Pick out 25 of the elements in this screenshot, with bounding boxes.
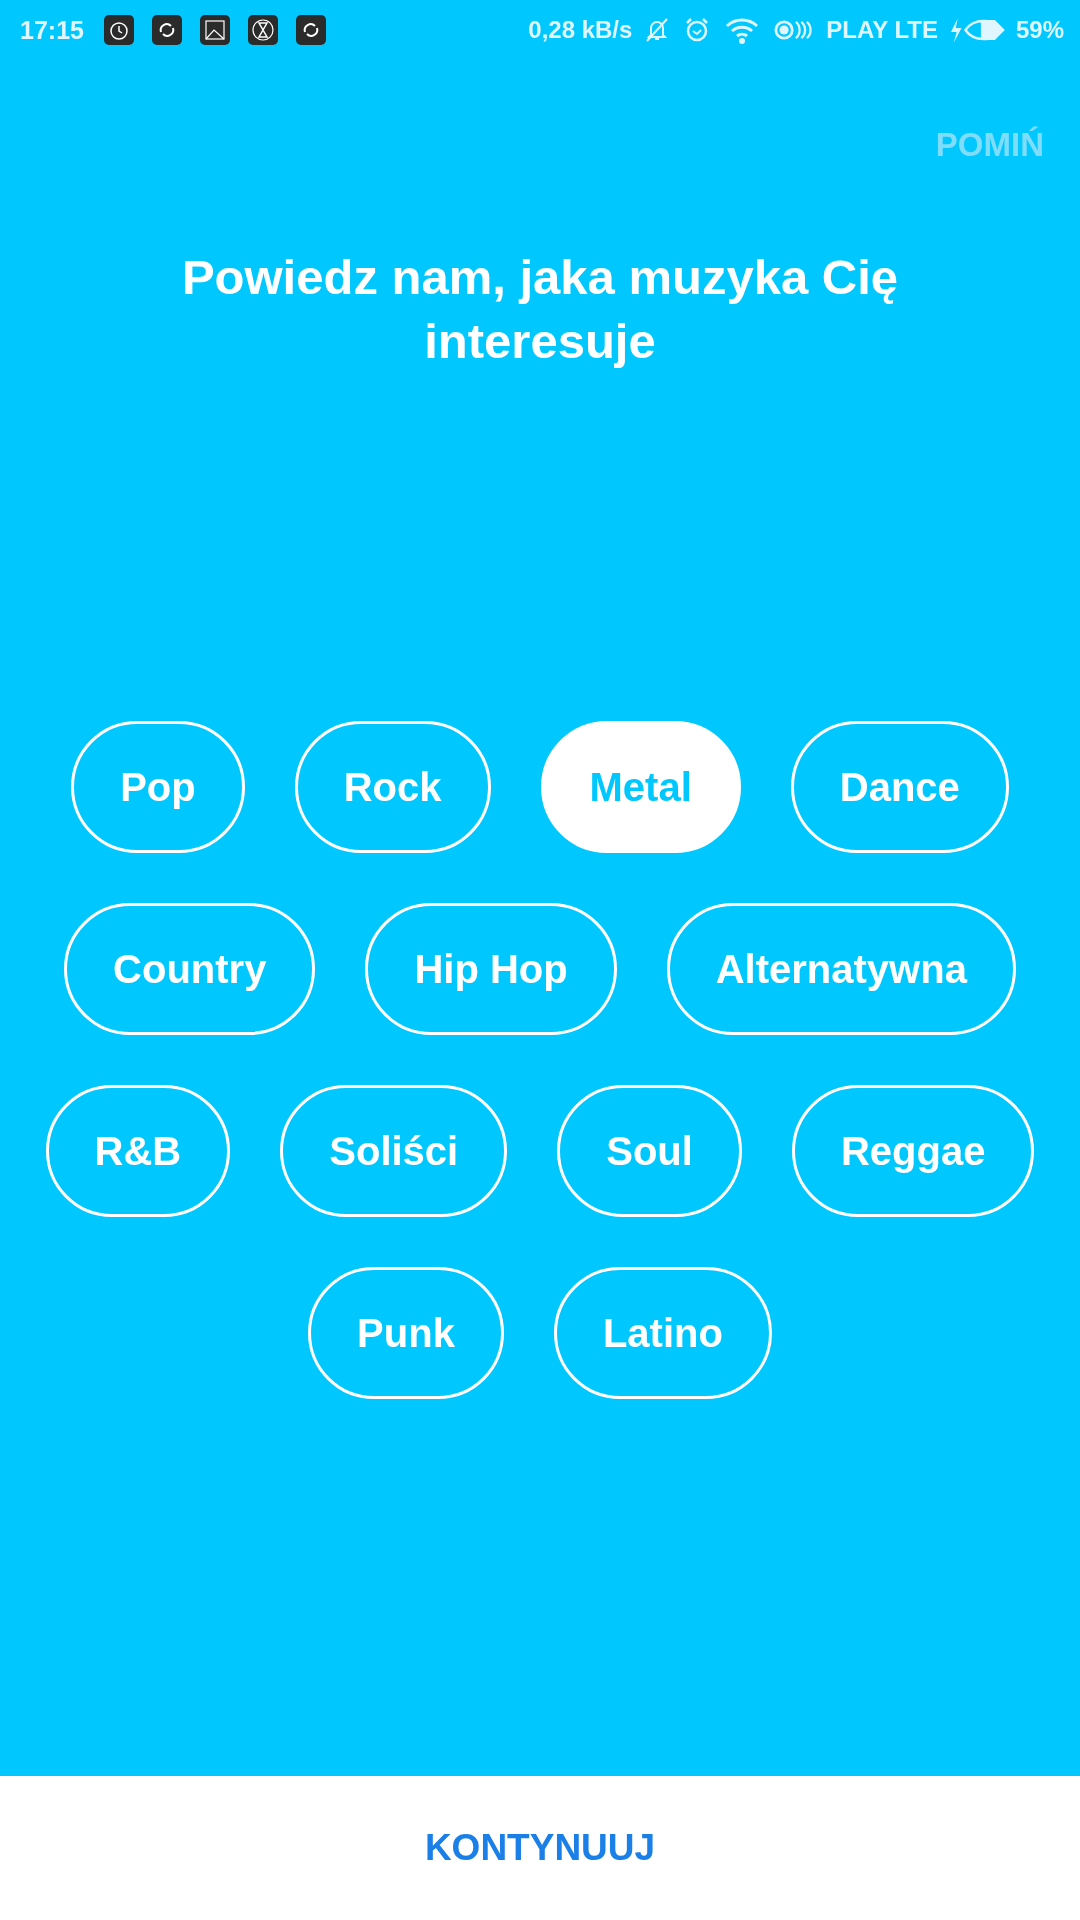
hourglass-icon xyxy=(247,15,278,45)
genre-chip[interactable]: Rock xyxy=(294,721,491,854)
image-icon xyxy=(199,15,230,45)
genre-chip[interactable]: Dance xyxy=(790,721,1009,854)
genre-chip[interactable]: Soliści xyxy=(280,1085,508,1218)
genre-chip[interactable]: Soul xyxy=(557,1085,742,1218)
genre-chip[interactable]: Reggae xyxy=(791,1085,1035,1218)
genre-chip[interactable]: Hip Hop xyxy=(365,903,617,1036)
continue-button[interactable]: KONTYNUUJ xyxy=(416,1823,664,1873)
genre-chip[interactable]: R&B xyxy=(45,1085,231,1218)
carrier-name: PLAY LTE xyxy=(826,16,938,44)
alarm-clock-icon xyxy=(103,15,134,45)
genre-chip[interactable]: Country xyxy=(64,903,316,1036)
swirl-icon xyxy=(295,15,326,45)
swirl-icon xyxy=(151,15,182,45)
genre-chip[interactable]: Punk xyxy=(308,1267,504,1400)
genre-chip[interactable]: Metal xyxy=(540,721,741,854)
heading: Powiedz nam, jaka muzyka Cię interesuje xyxy=(180,249,900,370)
battery-percent: 59% xyxy=(1015,16,1064,44)
genre-chip[interactable]: Latino xyxy=(553,1267,772,1400)
genre-chip[interactable]: Alternatywna xyxy=(666,903,1016,1036)
status-time: 17:15 xyxy=(20,15,84,45)
skip-button[interactable]: POMIŃ xyxy=(929,122,1050,168)
genre-chip[interactable]: Pop xyxy=(71,721,245,854)
network-speed: 0,28 kB/s xyxy=(528,16,633,44)
